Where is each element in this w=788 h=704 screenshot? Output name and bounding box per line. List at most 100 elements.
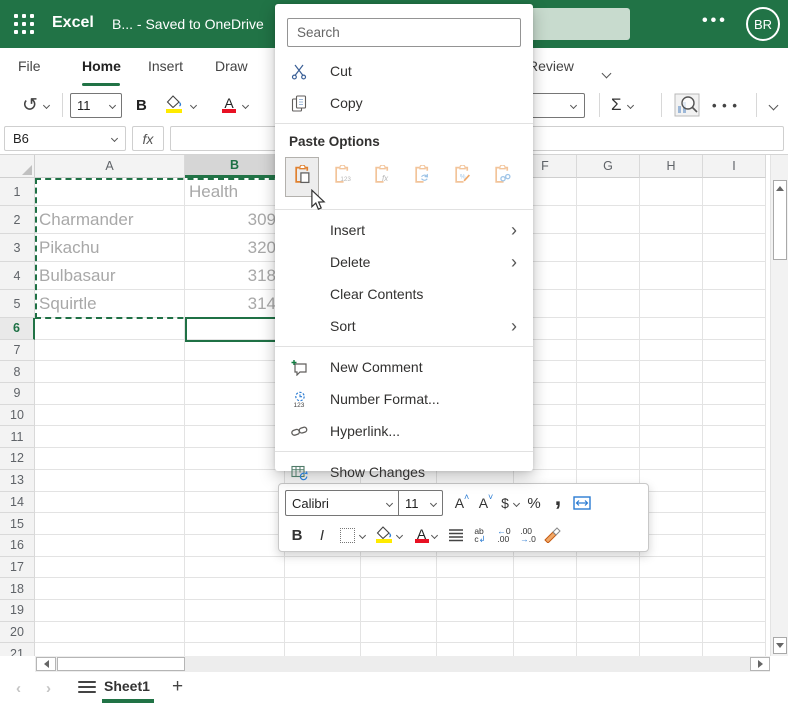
cell-H5[interactable] <box>640 290 703 318</box>
tab-review[interactable]: Review <box>528 58 574 74</box>
row-header-3[interactable]: 3 <box>0 234 35 262</box>
cell-H21[interactable] <box>640 643 703 656</box>
paste-values-button[interactable]: 123 <box>325 157 359 197</box>
row-header-18[interactable]: 18 <box>0 578 35 600</box>
cell-A7[interactable] <box>35 339 185 362</box>
active-cell-B6[interactable] <box>185 317 285 342</box>
mini-font-color-button[interactable]: A <box>409 522 443 548</box>
format-painter-button[interactable] <box>541 522 563 548</box>
cell-D17[interactable] <box>361 556 437 579</box>
cell-I3[interactable] <box>703 234 766 262</box>
horizontal-scrollbar[interactable] <box>35 656 770 672</box>
cell-B17[interactable] <box>185 556 285 579</box>
cell-A8[interactable] <box>35 361 185 384</box>
merge-cells-button[interactable] <box>571 490 593 516</box>
cell-G1[interactable] <box>577 178 640 206</box>
cell-B15[interactable] <box>185 513 285 535</box>
column-header-G[interactable]: G <box>577 155 640 178</box>
cell-H10[interactable] <box>640 404 703 427</box>
percent-format-button[interactable]: % <box>523 490 545 516</box>
scroll-right-button[interactable] <box>750 657 770 671</box>
cell-B20[interactable] <box>185 621 285 644</box>
row-header-1[interactable]: 1 <box>0 178 35 206</box>
cell-C17[interactable] <box>285 556 361 579</box>
cell-H3[interactable] <box>640 234 703 262</box>
row-header-6[interactable]: 6 <box>0 318 35 340</box>
cell-G6[interactable] <box>577 318 640 340</box>
cell-C20[interactable] <box>285 621 361 644</box>
cell-I2[interactable] <box>703 206 766 234</box>
row-header-17[interactable]: 17 <box>0 556 35 579</box>
menu-item-new-comment[interactable]: New Comment <box>275 351 533 383</box>
paste-formulas-button[interactable]: fx <box>365 157 399 197</box>
cell-B14[interactable] <box>185 491 285 514</box>
tab-home[interactable]: Home <box>82 58 121 74</box>
wrap-text-button[interactable]: ab c↲ <box>469 522 491 548</box>
sheet-tab-sheet1[interactable]: Sheet1 <box>104 678 150 694</box>
cell-G8[interactable] <box>577 361 640 384</box>
cell-F18[interactable] <box>514 578 577 600</box>
cell-B1[interactable]: Health <box>185 178 285 206</box>
cell-I4[interactable] <box>703 262 766 290</box>
mini-bold-button[interactable]: B <box>285 522 309 548</box>
row-header-21[interactable]: 21 <box>0 643 35 656</box>
cell-G5[interactable] <box>577 290 640 318</box>
cell-H13[interactable] <box>640 469 703 492</box>
add-sheet-button[interactable]: + <box>172 676 183 698</box>
cell-H19[interactable] <box>640 599 703 622</box>
cell-E19[interactable] <box>437 599 514 622</box>
cell-D18[interactable] <box>361 578 437 600</box>
cell-B2[interactable]: 309 <box>185 206 285 234</box>
menu-item-number-format[interactable]: 123 Number Format... <box>275 383 533 415</box>
cell-G2[interactable] <box>577 206 640 234</box>
row-header-20[interactable]: 20 <box>0 621 35 644</box>
cell-I5[interactable] <box>703 290 766 318</box>
name-box[interactable]: B6 <box>4 126 126 151</box>
titlebar-more-icon[interactable]: ••• <box>702 12 728 30</box>
cell-H12[interactable] <box>640 448 703 470</box>
toolbar-more-icon[interactable]: • • • <box>712 88 738 122</box>
row-header-11[interactable]: 11 <box>0 426 35 449</box>
cell-I12[interactable] <box>703 448 766 470</box>
cell-C19[interactable] <box>285 599 361 622</box>
cell-B10[interactable] <box>185 404 285 427</box>
cell-H1[interactable] <box>640 178 703 206</box>
cell-A18[interactable] <box>35 578 185 600</box>
cell-I17[interactable] <box>703 556 766 579</box>
cell-A16[interactable] <box>35 534 185 557</box>
avatar[interactable]: BR <box>746 7 780 41</box>
cell-G17[interactable] <box>577 556 640 579</box>
cell-B19[interactable] <box>185 599 285 622</box>
bold-button[interactable]: B <box>136 88 147 122</box>
cell-A13[interactable] <box>35 469 185 492</box>
cell-A6[interactable] <box>35 318 185 340</box>
menu-item-show-changes[interactable]: Show Changes <box>275 456 533 488</box>
increase-decimal-button[interactable]: .00 →.0 <box>517 522 539 548</box>
next-sheet-chevron-icon[interactable]: › <box>46 680 51 697</box>
cell-I18[interactable] <box>703 578 766 600</box>
row-header-15[interactable]: 15 <box>0 513 35 535</box>
cell-A20[interactable] <box>35 621 185 644</box>
tab-draw[interactable]: Draw <box>215 58 248 74</box>
cell-I8[interactable] <box>703 361 766 384</box>
cell-F17[interactable] <box>514 556 577 579</box>
menu-item-delete[interactable]: Delete › <box>275 246 533 278</box>
font-color-button[interactable]: A <box>222 88 250 122</box>
cell-B3[interactable]: 320 <box>185 234 285 262</box>
menu-item-insert[interactable]: Insert › <box>275 214 533 246</box>
cell-F20[interactable] <box>514 621 577 644</box>
analyze-data-button[interactable] <box>674 88 700 122</box>
cell-G19[interactable] <box>577 599 640 622</box>
scroll-down-button[interactable] <box>773 637 787 654</box>
accounting-format-button[interactable]: $ <box>499 490 521 516</box>
collapse-ribbon-chevron-icon[interactable] <box>768 100 779 111</box>
cell-B16[interactable] <box>185 534 285 557</box>
cell-A12[interactable] <box>35 448 185 470</box>
shrink-font-button[interactable]: A ˅ <box>475 490 497 516</box>
cell-I20[interactable] <box>703 621 766 644</box>
cell-I1[interactable] <box>703 178 766 206</box>
font-size-combo[interactable]: 11 <box>70 93 122 118</box>
cell-C21[interactable] <box>285 643 361 656</box>
cell-A9[interactable] <box>35 383 185 405</box>
cell-A10[interactable] <box>35 404 185 427</box>
